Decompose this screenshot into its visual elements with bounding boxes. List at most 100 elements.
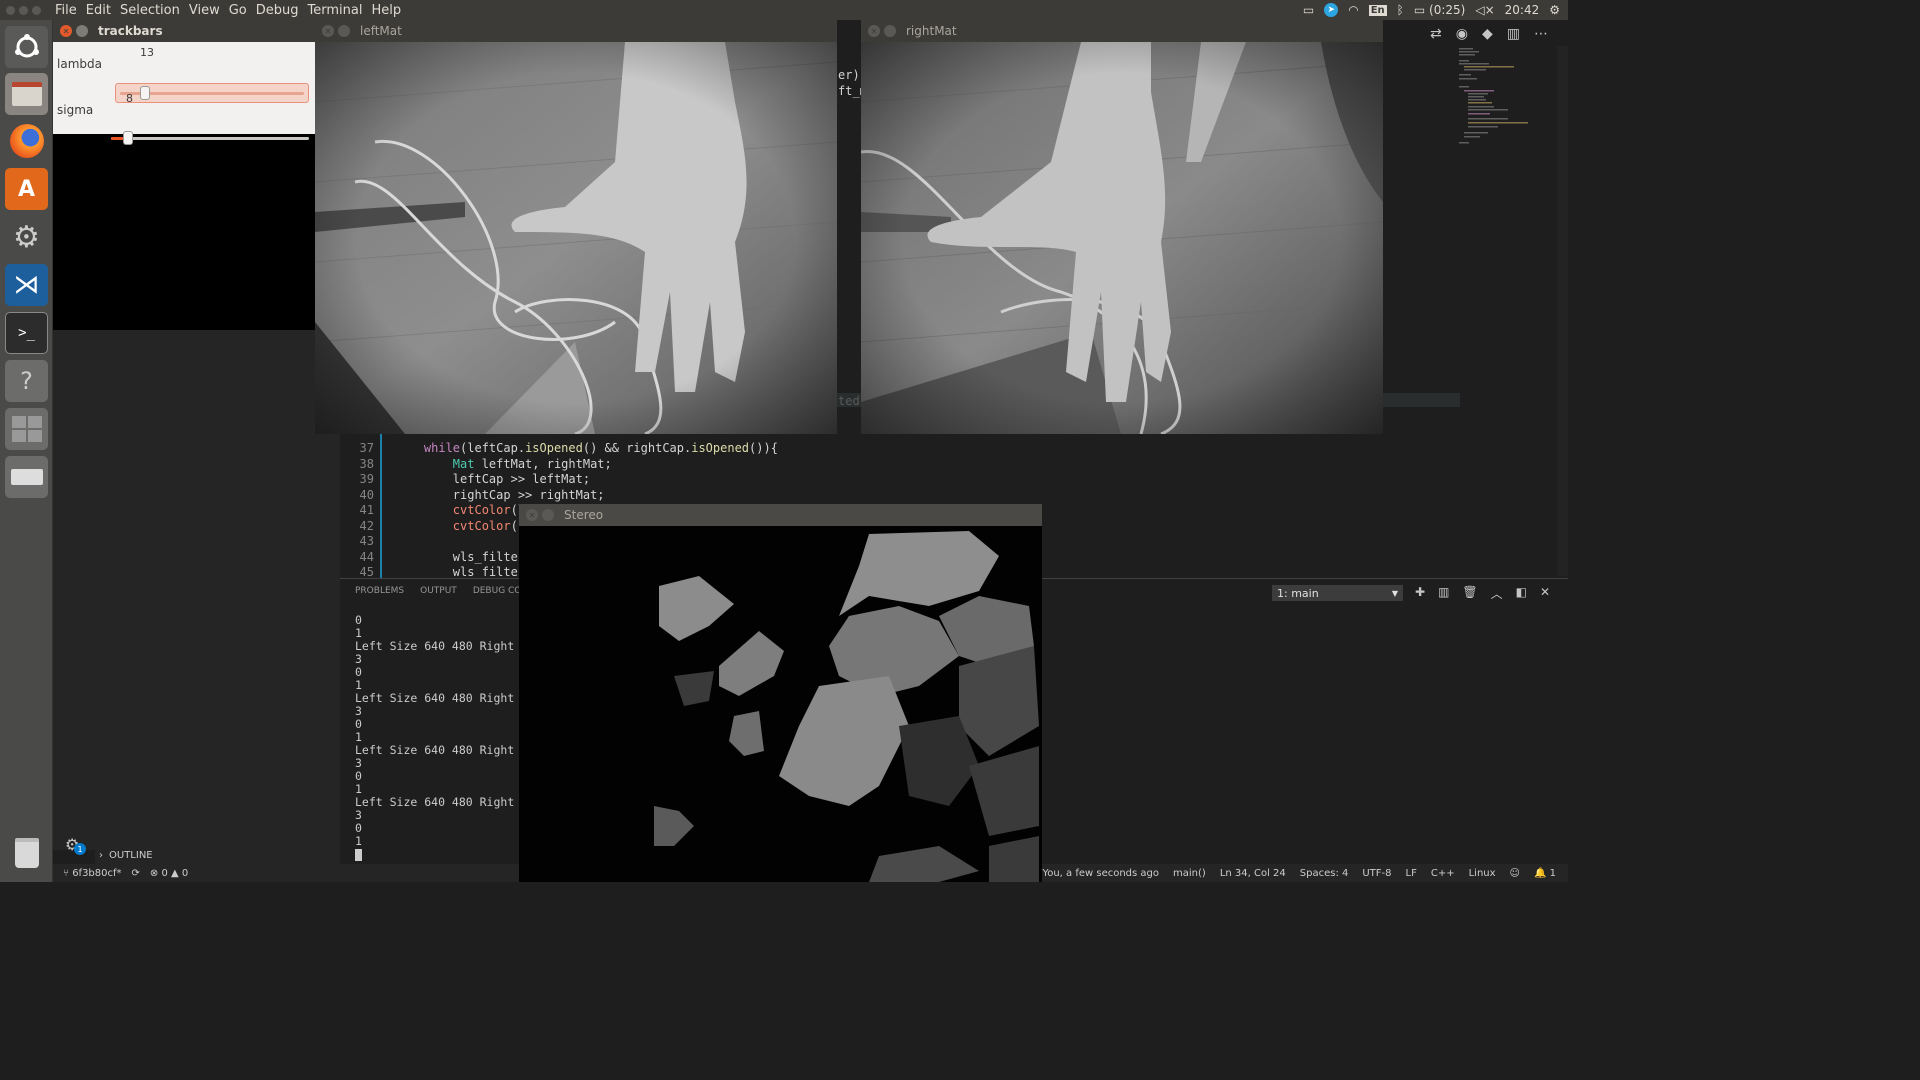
bluetooth-icon[interactable]: ᛒ bbox=[1397, 3, 1404, 17]
system-gear-icon[interactable]: ⚙ bbox=[1549, 3, 1560, 17]
terminal-select[interactable]: 1: main ▼ bbox=[1272, 585, 1403, 601]
notifications[interactable]: 🔔 1 bbox=[1534, 868, 1556, 879]
minimize-icon[interactable] bbox=[76, 25, 88, 37]
code-line[interactable]: cvtColor(l bbox=[395, 503, 525, 517]
code-line[interactable]: leftCap >> leftMat; bbox=[395, 472, 590, 486]
battery-indicator[interactable]: ▭ (0:25) bbox=[1414, 3, 1465, 17]
menu-terminal[interactable]: Terminal bbox=[308, 3, 363, 18]
code-line[interactable]: while(leftCap.isOpened() && rightCap.isO… bbox=[395, 441, 778, 455]
sigma-track[interactable] bbox=[111, 137, 309, 140]
rightmat-titlebar[interactable]: ✕ rightMat bbox=[861, 20, 1383, 42]
lambda-slider[interactable] bbox=[115, 83, 309, 103]
git-branch[interactable]: ⑂ 6f3b80cf* bbox=[63, 868, 122, 879]
terminal-line: Left Size 640 480 Right S bbox=[355, 691, 525, 705]
git-branch-label: 6f3b80cf* bbox=[72, 867, 122, 879]
trackbars-titlebar[interactable]: ✕ trackbars bbox=[53, 20, 315, 42]
split-editor-icon[interactable]: ▥ bbox=[1507, 26, 1520, 42]
wifi-icon[interactable]: ◠ bbox=[1348, 3, 1358, 17]
line-number: 42 bbox=[359, 518, 374, 533]
menu-go[interactable]: Go bbox=[229, 3, 247, 18]
tab-problems[interactable]: PROBLEMS bbox=[355, 586, 404, 596]
close-window-button[interactable] bbox=[6, 5, 15, 15]
maximize-window-button[interactable] bbox=[32, 5, 41, 15]
volume-icon[interactable]: ◁× bbox=[1475, 3, 1494, 17]
leftmat-title: leftMat bbox=[360, 24, 402, 38]
clock[interactable]: 20:42 bbox=[1505, 3, 1540, 17]
current-function[interactable]: main() bbox=[1173, 868, 1206, 879]
preview-icon[interactable]: ◉ bbox=[1456, 26, 1468, 42]
code-line[interactable]: rightCap >> rightMat; bbox=[395, 488, 605, 502]
lambda-knob[interactable] bbox=[140, 86, 150, 100]
menu-edit[interactable]: Edit bbox=[86, 3, 111, 18]
minimize-icon[interactable] bbox=[884, 25, 896, 37]
help-icon[interactable]: ? bbox=[5, 360, 48, 402]
error-count: 0 bbox=[161, 867, 168, 879]
code-fragment-mid: ted bbox=[838, 394, 860, 408]
encoding[interactable]: UTF-8 bbox=[1362, 868, 1391, 879]
close-icon[interactable]: ✕ bbox=[322, 25, 334, 37]
close-icon[interactable]: ✕ bbox=[868, 25, 880, 37]
dropdown-arrow-icon: ▼ bbox=[1391, 588, 1398, 598]
line-number: 37 bbox=[359, 441, 374, 455]
platform[interactable]: Linux bbox=[1469, 868, 1496, 879]
git-icon[interactable]: ◆ bbox=[1482, 26, 1493, 42]
system-indicators: ▭ ➤ ◠ En ᛒ ▭ (0:25) ◁× 20:42 ⚙ bbox=[1303, 0, 1560, 20]
kill-terminal-icon[interactable]: 🗑 bbox=[1462, 585, 1477, 602]
ubuntu-dash-icon[interactable] bbox=[5, 26, 48, 68]
toggle-panel-icon[interactable]: ◧ bbox=[1516, 585, 1527, 602]
sigma-knob[interactable] bbox=[123, 131, 133, 145]
vscode-icon[interactable]: ⋊ bbox=[5, 264, 48, 306]
software-center-icon[interactable]: A bbox=[5, 168, 48, 210]
problems-indicator[interactable]: ⊗ 0 ▲ 0 bbox=[150, 868, 188, 879]
menu-help[interactable]: Help bbox=[371, 3, 401, 18]
minimize-icon[interactable] bbox=[542, 509, 554, 521]
line-ending[interactable]: LF bbox=[1406, 868, 1417, 879]
right-camera-image bbox=[861, 42, 1383, 434]
menu-debug[interactable]: Debug bbox=[256, 3, 299, 18]
new-terminal-icon[interactable]: ✚ bbox=[1415, 585, 1425, 602]
open-changes-icon[interactable]: ⇄ bbox=[1430, 26, 1442, 42]
keyboard-layout[interactable]: En bbox=[1368, 4, 1387, 16]
indentation[interactable]: Spaces: 4 bbox=[1300, 868, 1349, 879]
terminal-icon[interactable]: >_ bbox=[5, 312, 48, 354]
close-panel-icon[interactable]: ✕ bbox=[1540, 585, 1550, 602]
menu-selection[interactable]: Selection bbox=[120, 3, 180, 18]
terminal-line: 0 bbox=[355, 717, 362, 731]
split-terminal-icon[interactable]: ▥ bbox=[1438, 585, 1449, 602]
system-settings-icon[interactable]: ⚙ bbox=[5, 216, 48, 258]
sync-icon[interactable]: ⟳ bbox=[132, 868, 140, 879]
workspaces-icon[interactable] bbox=[5, 408, 48, 450]
disk-icon[interactable] bbox=[5, 456, 48, 498]
code-line[interactable]: wls_filter bbox=[395, 550, 525, 564]
firefox-icon[interactable] bbox=[5, 120, 48, 162]
language-mode[interactable]: C++ bbox=[1431, 868, 1455, 879]
minimize-icon[interactable] bbox=[338, 25, 350, 37]
menu-view[interactable]: View bbox=[189, 3, 220, 18]
stereo-titlebar[interactable]: ✕ Stereo bbox=[519, 504, 1042, 526]
code-line[interactable]: cvtColor(r bbox=[395, 519, 525, 533]
cursor-position[interactable]: Ln 34, Col 24 bbox=[1220, 868, 1286, 879]
outline-label: OUTLINE bbox=[109, 849, 153, 861]
code-line[interactable]: Mat leftMat, rightMat; bbox=[395, 457, 612, 471]
tab-output[interactable]: OUTPUT bbox=[420, 586, 457, 596]
feedback-icon[interactable]: ☺ bbox=[1510, 868, 1520, 879]
editor-scrollbar[interactable] bbox=[1557, 46, 1568, 576]
code-line[interactable]: wls_filter bbox=[395, 565, 525, 579]
close-icon[interactable]: ✕ bbox=[526, 509, 538, 521]
more-actions-icon[interactable]: ⋯ bbox=[1534, 26, 1548, 42]
minimap[interactable] bbox=[1456, 46, 1556, 156]
trash-icon[interactable] bbox=[5, 832, 48, 874]
terminal-cursor bbox=[355, 849, 362, 861]
terminal-output[interactable]: 0 1 Left Size 640 480 Right S 3 0 1 Left Size … bbox=[355, 614, 525, 848]
display-icon[interactable]: ▭ bbox=[1303, 3, 1314, 17]
leftmat-titlebar[interactable]: ✕ leftMat bbox=[315, 20, 837, 42]
minimize-window-button[interactable] bbox=[19, 5, 28, 15]
outline-section[interactable]: › OUTLINE bbox=[95, 846, 340, 864]
git-blame[interactable]: ⊸ You, a few seconds ago bbox=[1031, 868, 1159, 879]
close-icon[interactable]: ✕ bbox=[60, 25, 72, 37]
activity-bar: ⚙ 1 bbox=[53, 330, 95, 855]
telegram-icon[interactable]: ➤ bbox=[1324, 3, 1339, 17]
maximize-panel-icon[interactable]: ︿ bbox=[1491, 585, 1503, 602]
files-icon[interactable] bbox=[5, 73, 48, 115]
menu-file[interactable]: File bbox=[55, 3, 77, 18]
